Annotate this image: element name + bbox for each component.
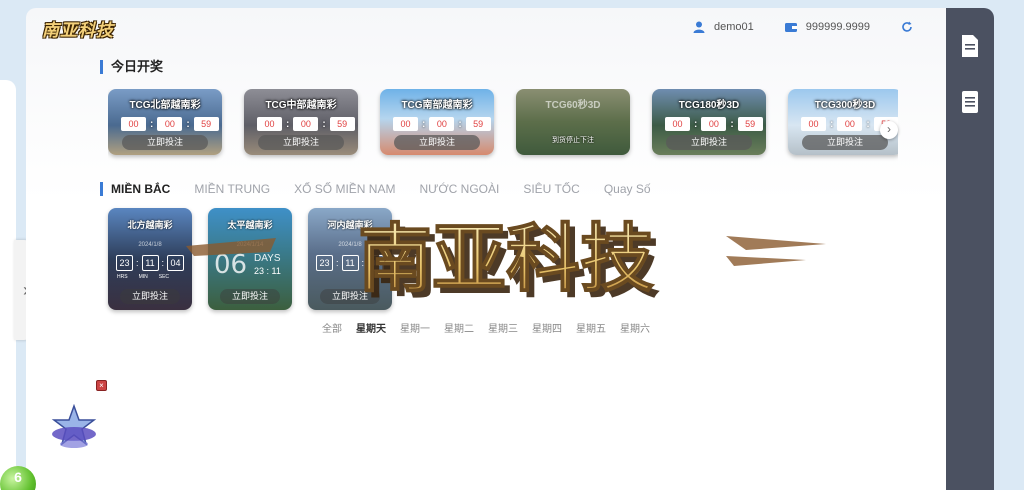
clock-units: HRS MIN SEC [117, 274, 170, 280]
tab-quay-so[interactable]: Quay Số [604, 182, 651, 196]
close-icon[interactable]: × [96, 380, 107, 391]
day-filter-tuesday[interactable]: 星期二 [444, 320, 474, 335]
notebook-icon[interactable] [960, 90, 980, 114]
countdown-clock: 23: 11: 04 [316, 255, 385, 271]
refresh-icon[interactable] [900, 20, 914, 34]
lottery-card-180s[interactable]: TCG180秒3D 00: 00: 59 立即投注 [652, 89, 766, 155]
window-right-margin [994, 0, 1024, 490]
bet-now-button[interactable]: 立即投注 [666, 135, 752, 150]
bet-now-button[interactable]: 立即投注 [120, 289, 180, 304]
lottery-card-300s[interactable]: TCG300秒3D 00: 00: 59 立即投注 [788, 89, 898, 155]
day-filter-saturday[interactable]: 星期六 [620, 320, 650, 335]
day-filter-thursday[interactable]: 星期四 [532, 320, 562, 335]
day-filter-all[interactable]: 全部 [322, 320, 342, 335]
today-cards-row: TCG北部越南彩 00: 00: 59 立即投注 TCG中部越南彩 00: 00… [108, 89, 898, 165]
day-filter-friday[interactable]: 星期五 [576, 320, 606, 335]
bet-now-button[interactable]: 立即投注 [258, 135, 344, 150]
region-card-north[interactable]: 北方越南彩 2024/1/8 23: 11: 04 HRS MIN SEC 立即… [108, 208, 192, 310]
wallet-icon [784, 23, 797, 32]
tab-mien-trung[interactable]: MIỀN TRUNG [194, 182, 270, 196]
bet-now-button[interactable]: 立即投注 [802, 135, 888, 150]
lottery-card-central[interactable]: TCG中部越南彩 00: 00: 59 立即投注 [244, 89, 358, 155]
tab-sieu-toc[interactable]: SIÊU TỐC [523, 182, 579, 196]
topbar: demo01 999999.9999 [692, 20, 914, 34]
document-icon[interactable] [960, 34, 980, 58]
user-icon [693, 21, 705, 33]
today-draws-title: 今日开奖 [100, 60, 163, 74]
lottery-card-north[interactable]: TCG北部越南彩 00: 00: 59 立即投注 [108, 89, 222, 155]
main-panel: 南亚科技 demo01 999999.9999 今日开奖 TCG北部越南彩 00… [26, 8, 946, 490]
carousel-next-button[interactable]: › [880, 121, 898, 139]
day-filter-wednesday[interactable]: 星期三 [488, 320, 518, 335]
lottery-card-60s[interactable]: TCG60秒3D 到货停止下注 [516, 89, 630, 155]
region-cards-row: 北方越南彩 2024/1/8 23: 11: 04 HRS MIN SEC 立即… [108, 208, 408, 312]
right-toolbar [946, 8, 994, 490]
bet-now-button[interactable]: 立即投注 [122, 135, 208, 150]
promo-badge-icon[interactable] [46, 404, 102, 452]
site-logo[interactable]: 南亚科技 [42, 16, 122, 42]
region-card-taiping[interactable]: 太平越南彩 2024/1/14 06 DAYS 23 : 11 立即投注 [208, 208, 292, 310]
weekday-filter: 全部 星期天 星期一 星期二 星期三 星期四 星期五 星期六 [322, 320, 650, 335]
tab-mien-bac[interactable]: MIỀN BẮC [100, 182, 170, 196]
countdown-clock: 23: 11: 04 [116, 255, 185, 271]
bet-now-button[interactable]: 立即投注 [220, 289, 280, 304]
chevron-right-icon: › [887, 122, 891, 136]
username-label: demo01 [714, 21, 754, 33]
lottery-card-south[interactable]: TCG南部越南彩 00: 00: 59 立即投注 [380, 89, 494, 155]
countdown-timer: 00: 00: 59 [393, 117, 491, 131]
day-filter-monday[interactable]: 星期一 [400, 320, 430, 335]
region-tabs: MIỀN BẮC MIỀN TRUNG XỔ SỐ MIỀN NAM NƯỚC … [100, 182, 651, 196]
bet-now-button[interactable]: 立即投注 [320, 289, 380, 304]
tab-nuoc-ngoai[interactable]: NƯỚC NGOÀI [419, 182, 499, 196]
day-filter-sunday[interactable]: 星期天 [356, 320, 386, 335]
countdown-timer: 00: 00: 59 [121, 117, 219, 131]
tab-mien-nam[interactable]: XỔ SỐ MIỀN NAM [294, 182, 395, 196]
balance-label: 999999.9999 [805, 21, 870, 33]
countdown-timer: 00: 00: 59 [257, 117, 355, 131]
bet-now-button[interactable]: 立即投注 [394, 135, 480, 150]
region-card-hanoi[interactable]: 河内越南彩 2024/1/8 23: 11: 04 立即投注 [308, 208, 392, 310]
countdown-timer: 00: 00: 59 [665, 117, 763, 131]
